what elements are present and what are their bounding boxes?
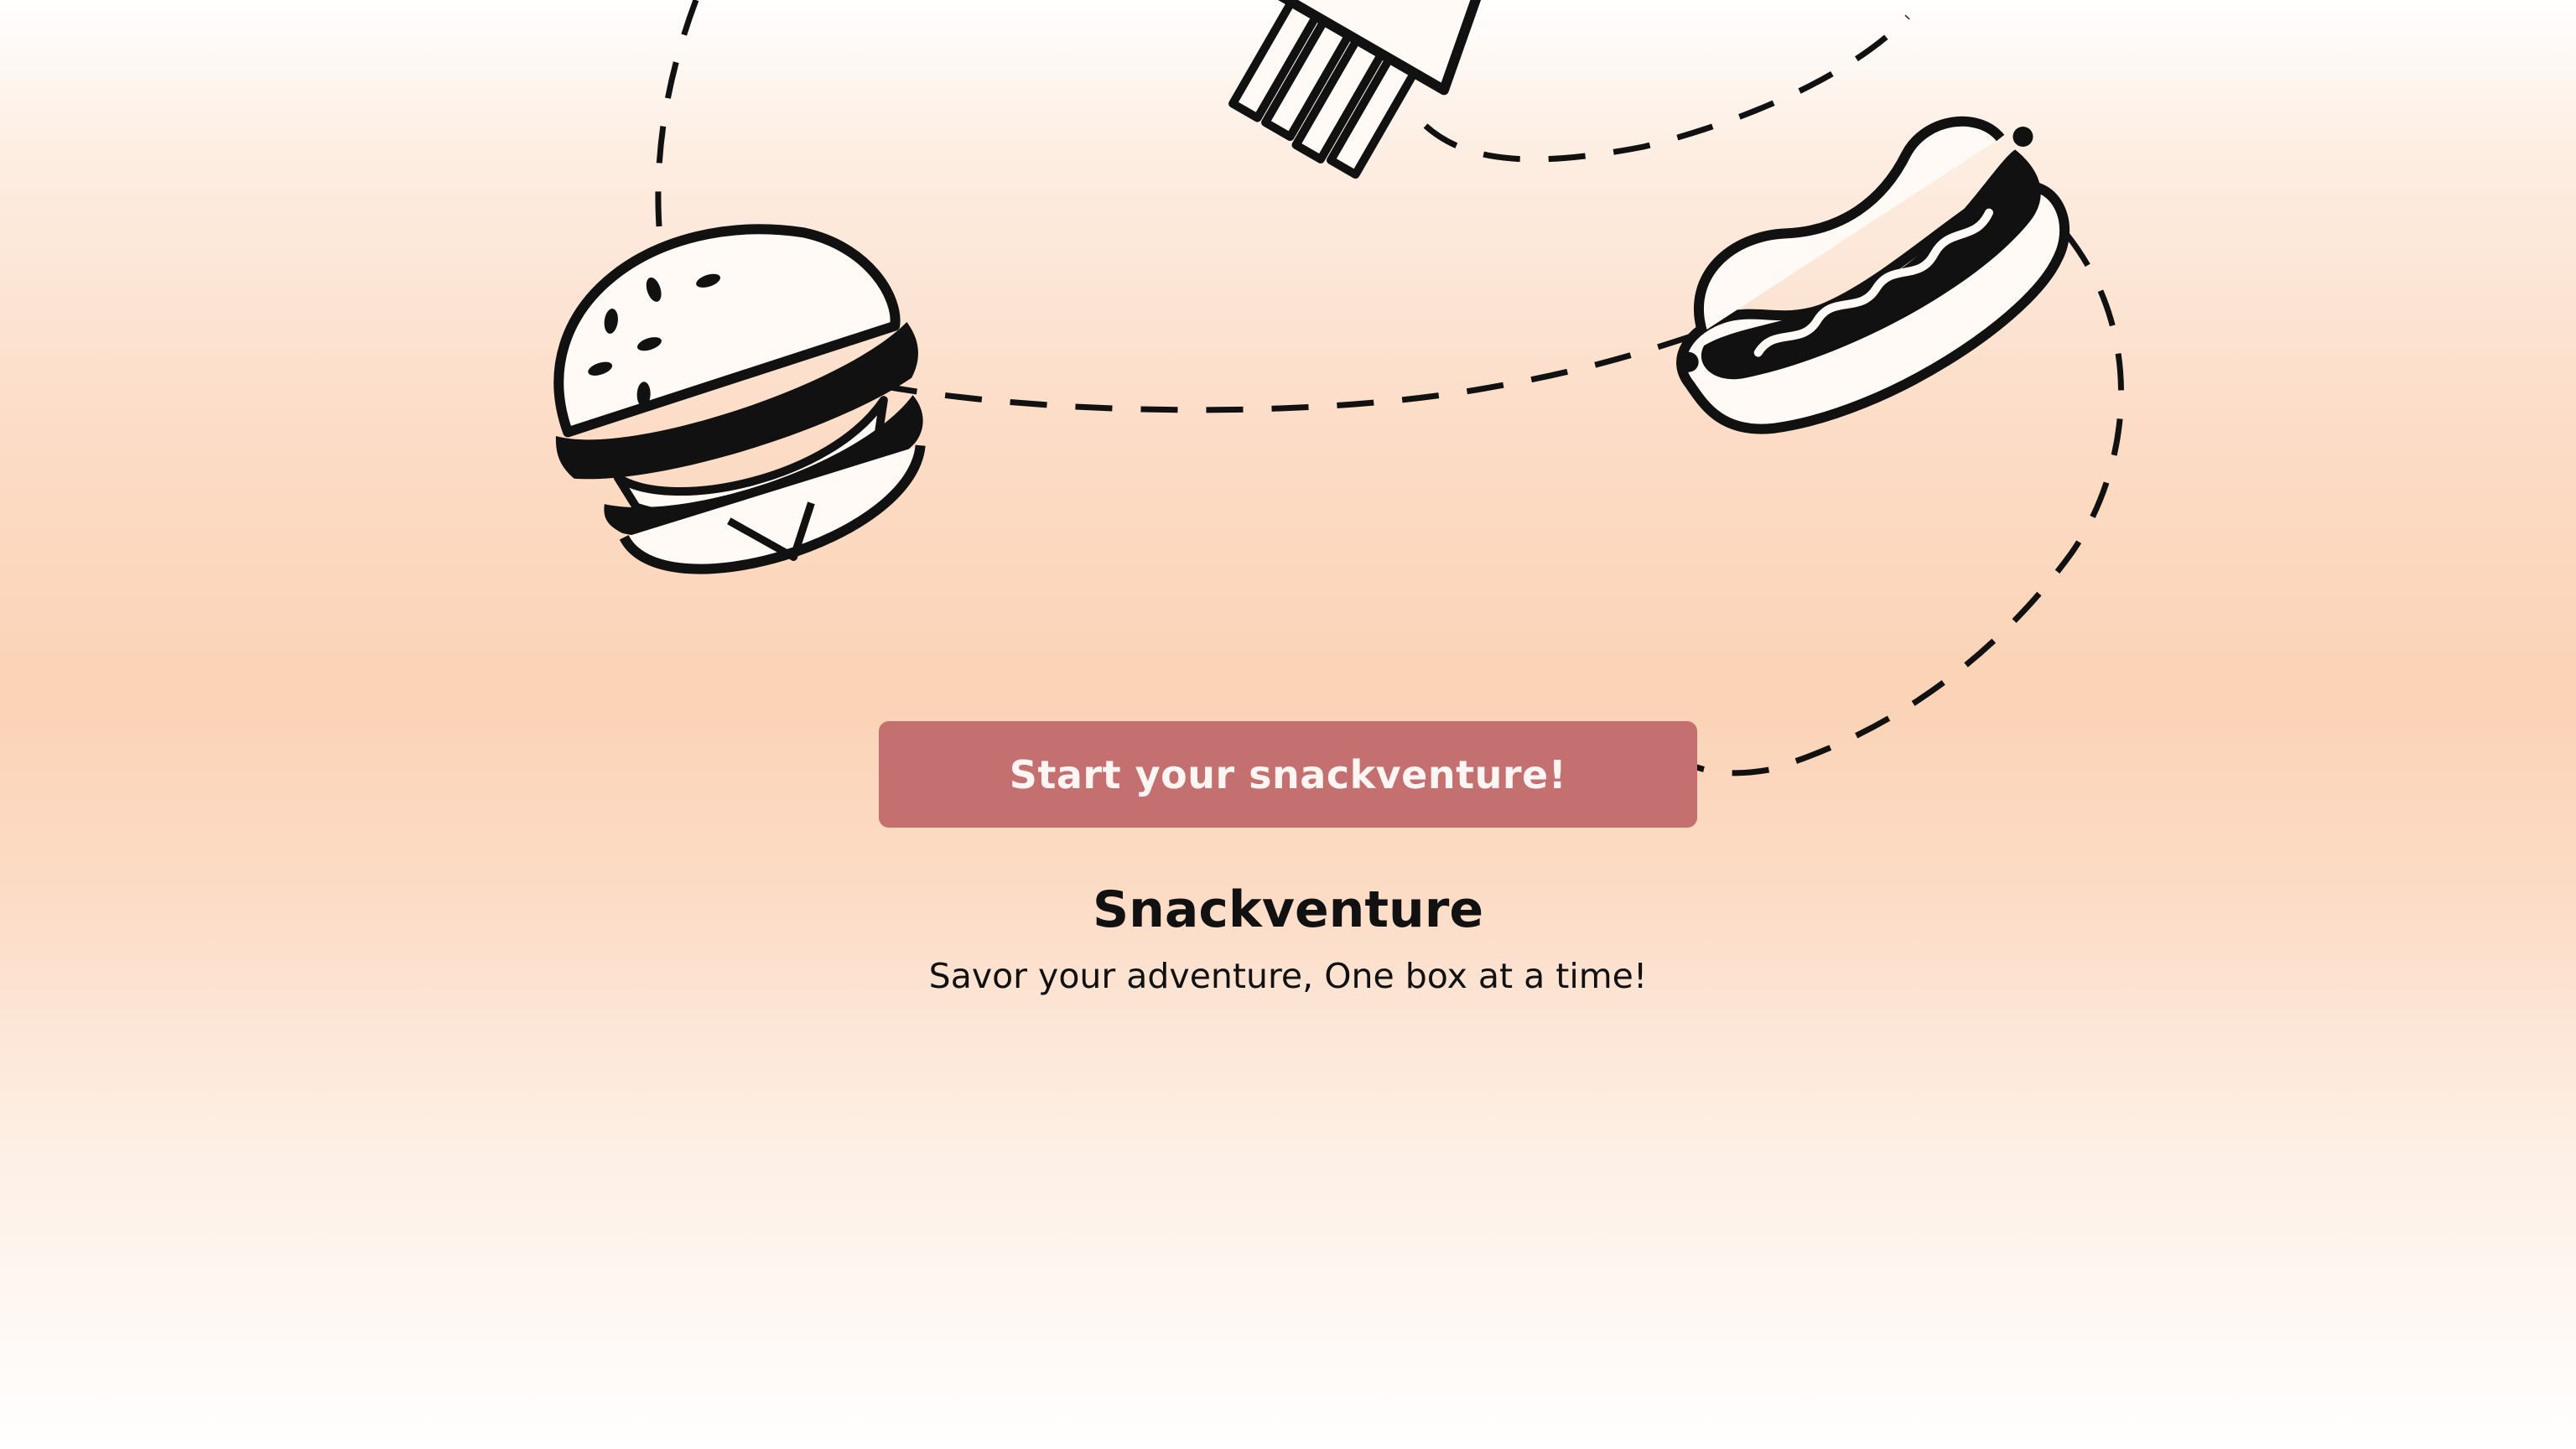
hotdog-icon: [1676, 116, 2070, 434]
fries-icon: [1228, 0, 1494, 179]
burger-icon: [553, 224, 926, 574]
tagline: Savor your adventure, One box at a time!: [928, 956, 1648, 996]
brand-title: Snackventure: [1092, 880, 1484, 939]
start-snackventure-button[interactable]: Start your snackventure!: [879, 721, 1697, 828]
